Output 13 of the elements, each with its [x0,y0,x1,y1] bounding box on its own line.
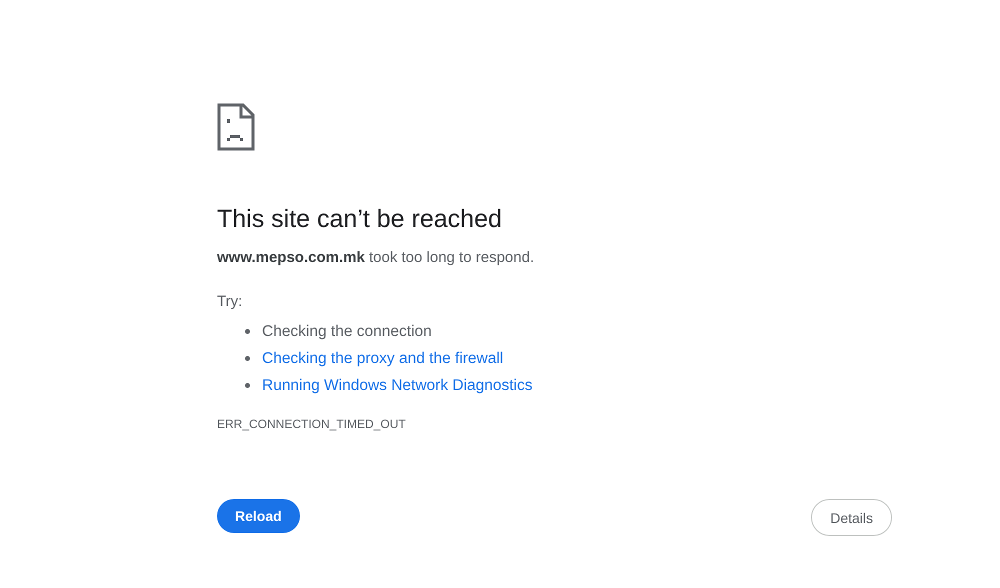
suggestion-link[interactable]: Checking the proxy and the firewall [262,350,504,368]
reload-button[interactable]: Reload [217,498,300,532]
suggestion-link[interactable]: Running Windows Network Diagnostics [262,376,533,394]
error-title: This site can’t be reached [217,204,503,235]
suggestion-text: Checking the connection [262,322,432,340]
try-label: Try: [217,292,244,312]
bullet-icon [245,383,250,388]
bullet-icon [245,329,250,334]
details-button[interactable]: Details [811,499,892,536]
bullet-icon [245,356,250,361]
sad-page-icon [217,103,255,151]
error-code: ERR_CONNECTION_TIMED_OUT [217,416,407,433]
error-message: www.mepso.com.mk took too long to respond. [217,248,536,268]
